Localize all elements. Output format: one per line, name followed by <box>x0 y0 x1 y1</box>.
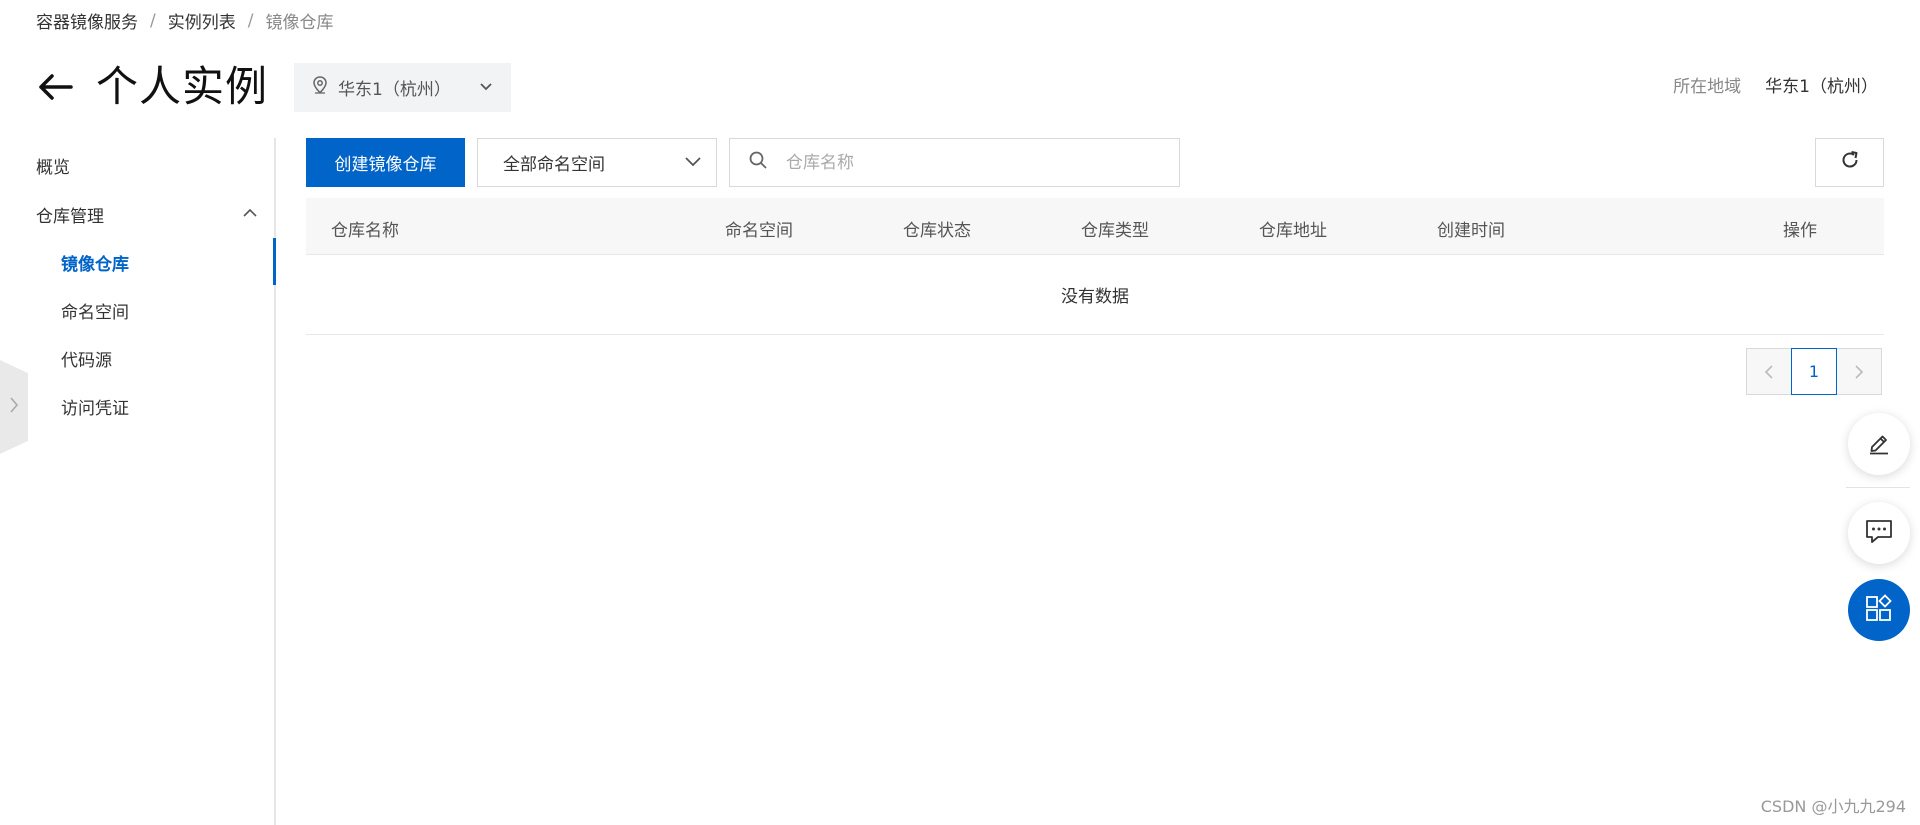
region-info-label: 所在地域 <box>1673 77 1742 97</box>
chevron-down-icon <box>684 153 702 173</box>
search-box[interactable] <box>729 138 1180 187</box>
column-header-namespace: 命名空间 <box>725 221 793 241</box>
namespace-select-label: 全部命名空间 <box>503 155 605 175</box>
sidebar-item-image-repo[interactable]: 镜像仓库 <box>61 250 129 275</box>
table-header: 仓库名称 命名空间 仓库状态 仓库类型 仓库地址 创建时间 操作 <box>306 198 1884 255</box>
apps-grid-icon <box>1864 593 1894 628</box>
location-pin-icon <box>312 75 328 99</box>
page-header: 个人实例 华东1（杭州） <box>36 62 512 112</box>
sidebar: 概览 仓库管理 镜像仓库 命名空间 代码源 访问凭证 <box>0 138 276 825</box>
sidebar-item-namespace[interactable]: 命名空间 <box>61 298 129 323</box>
chevron-right-icon <box>9 396 19 419</box>
create-repo-button[interactable]: 创建镜像仓库 <box>306 138 465 187</box>
pencil-icon <box>1865 428 1893 461</box>
pagination: 1 <box>1746 348 1882 395</box>
chevron-right-icon <box>1855 364 1864 379</box>
breadcrumb-separator: / <box>247 10 254 31</box>
search-icon <box>748 150 768 175</box>
sidebar-item-overview[interactable]: 概览 <box>36 153 70 178</box>
chat-button[interactable] <box>1848 502 1910 564</box>
refresh-icon <box>1839 149 1861 176</box>
region-selector-label: 华东1（杭州） <box>338 79 451 100</box>
page-title: 个人实例 <box>96 62 269 111</box>
namespace-select[interactable]: 全部命名空间 <box>477 138 717 187</box>
page-number-button[interactable]: 1 <box>1791 348 1837 395</box>
chevron-up-icon[interactable] <box>241 204 259 222</box>
column-header-repo-address: 仓库地址 <box>1259 221 1327 241</box>
next-page-button[interactable] <box>1836 348 1882 395</box>
breadcrumb: 容器镜像服务 / 实例列表 / 镜像仓库 <box>36 8 334 34</box>
active-indicator <box>273 238 276 285</box>
column-header-repo-type: 仓库类型 <box>1081 221 1149 241</box>
sidebar-item-code-source[interactable]: 代码源 <box>61 346 112 371</box>
fab-divider <box>1846 487 1910 488</box>
sidebar-expand-tab[interactable] <box>0 360 28 454</box>
region-info: 所在地域 华东1（杭州） <box>1673 72 1878 97</box>
region-info-value: 华东1（杭州） <box>1765 77 1878 97</box>
sidebar-item-access-credential[interactable]: 访问凭证 <box>61 394 129 419</box>
back-arrow-icon[interactable] <box>36 68 74 106</box>
feedback-edit-button[interactable] <box>1848 413 1910 475</box>
breadcrumb-image-repo: 镜像仓库 <box>265 13 334 33</box>
column-header-repo-name: 仓库名称 <box>331 221 399 241</box>
sidebar-group-repo-management[interactable]: 仓库管理 <box>36 202 104 227</box>
column-header-actions: 操作 <box>1783 221 1817 241</box>
breadcrumb-separator: / <box>150 10 156 31</box>
empty-text: 没有数据 <box>1061 287 1129 307</box>
prev-page-button[interactable] <box>1746 348 1792 395</box>
watermark: CSDN @小九九294 <box>1760 797 1906 816</box>
breadcrumb-instance-list[interactable]: 实例列表 <box>168 8 236 33</box>
table-empty-state: 没有数据 <box>306 255 1884 335</box>
apps-button[interactable] <box>1848 579 1910 641</box>
region-selector[interactable]: 华东1（杭州） <box>294 62 512 112</box>
breadcrumb-container-registry[interactable]: 容器镜像服务 <box>36 8 138 33</box>
refresh-button[interactable] <box>1815 138 1884 187</box>
chevron-left-icon <box>1764 364 1773 379</box>
search-input[interactable] <box>784 151 1161 174</box>
chevron-down-icon <box>479 77 493 97</box>
column-header-created-time: 创建时间 <box>1437 221 1505 241</box>
column-header-repo-status: 仓库状态 <box>903 221 971 241</box>
chat-bubble-icon <box>1864 517 1894 550</box>
